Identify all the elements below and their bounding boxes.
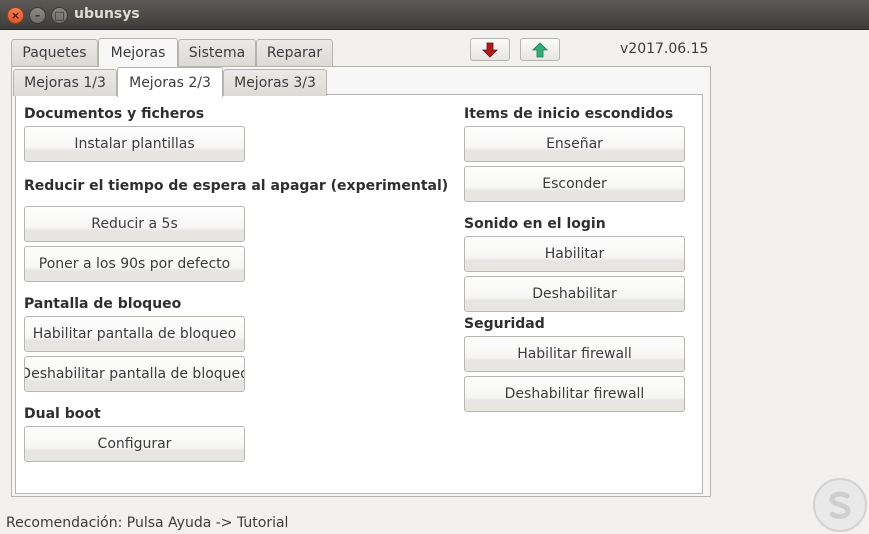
login-sound-section-title: Sonido en el login <box>464 216 606 232</box>
dualboot-section-title: Dual boot <box>24 406 101 422</box>
minimize-window-button[interactable]: – <box>29 7 46 24</box>
subtab-mejoras-1[interactable]: Mejoras 1/3 <box>13 69 117 96</box>
subtab-mejoras-2[interactable]: Mejoras 2/3 <box>117 67 223 97</box>
watermark-logo <box>813 478 867 532</box>
disable-login-sound-button[interactable]: Deshabilitar <box>464 276 685 312</box>
minimize-icon: – <box>34 9 41 22</box>
disable-lockscreen-button[interactable]: Deshabilitar pantalla de bloqueo <box>24 356 245 392</box>
install-templates-button[interactable]: Instalar plantillas <box>24 126 245 162</box>
security-section-title: Seguridad <box>464 316 545 332</box>
enable-lockscreen-button[interactable]: Habilitar pantalla de bloqueo <box>24 316 245 352</box>
subtab-mejoras-3[interactable]: Mejoras 3/3 <box>223 69 327 96</box>
status-bar-text: Recomendación: Pulsa Ayuda -> Tutorial <box>6 515 289 531</box>
download-button[interactable] <box>470 38 510 61</box>
maximize-icon: □ <box>54 9 65 22</box>
title-bar: × – □ ubunsys <box>0 0 869 30</box>
shutdown-section-title: Reducir el tiempo de espera al apagar (e… <box>24 178 449 194</box>
close-window-button[interactable]: × <box>7 7 24 24</box>
enable-firewall-button[interactable]: Habilitar firewall <box>464 336 685 372</box>
disable-firewall-button[interactable]: Deshabilitar firewall <box>464 376 685 412</box>
lockscreen-section-title: Pantalla de bloqueo <box>24 296 182 312</box>
show-startup-items-button[interactable]: Enseñar <box>464 126 685 162</box>
maximize-window-button[interactable]: □ <box>51 7 68 24</box>
version-label: v2017.06.15 <box>620 41 709 57</box>
upload-button[interactable] <box>520 38 560 61</box>
startup-section-title: Items de inicio escondidos <box>464 106 674 122</box>
window-title: ubunsys <box>74 6 140 22</box>
tab-mejoras[interactable]: Mejoras <box>98 38 178 67</box>
default-90s-button[interactable]: Poner a los 90s por defecto <box>24 246 245 282</box>
docs-section-title: Documentos y ficheros <box>24 106 205 122</box>
solvetic-s-logo-icon <box>829 491 851 519</box>
tab-paquetes[interactable]: Paquetes <box>11 39 98 66</box>
configure-dualboot-button[interactable]: Configurar <box>24 426 245 462</box>
reduce-5s-button[interactable]: Reducir a 5s <box>24 206 245 242</box>
red-down-arrow-icon <box>482 42 498 58</box>
tab-sistema[interactable]: Sistema <box>178 39 256 66</box>
hide-startup-items-button[interactable]: Esconder <box>464 166 685 202</box>
enable-login-sound-button[interactable]: Habilitar <box>464 236 685 272</box>
tab-reparar[interactable]: Reparar <box>256 39 333 66</box>
close-icon: × <box>10 9 21 22</box>
green-up-arrow-icon <box>532 41 548 57</box>
